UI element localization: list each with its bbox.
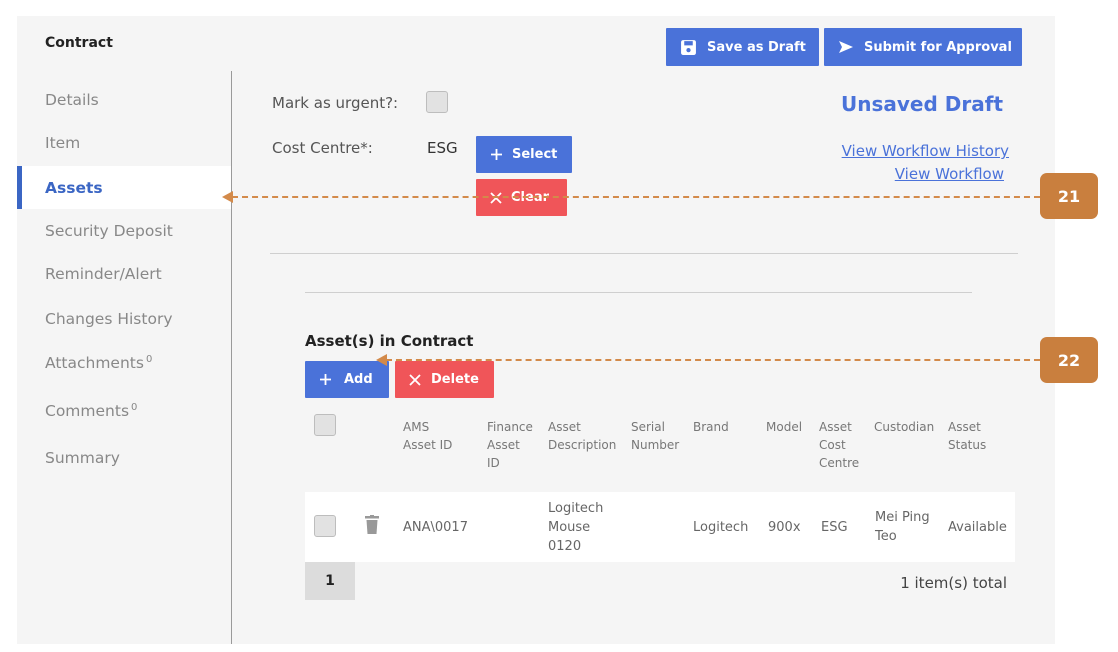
floppy-disk-icon xyxy=(681,39,696,55)
send-arrow-icon xyxy=(839,41,853,53)
save-as-draft-button[interactable]: Save as Draft xyxy=(666,28,819,66)
sidebar-item-assets[interactable]: Assets xyxy=(17,166,231,209)
sidebar-item-attachments[interactable]: Attachments 0 xyxy=(17,341,231,384)
column-header-asset-cost-centre: Asset Cost Centre xyxy=(819,420,860,470)
plus-icon xyxy=(491,149,502,160)
callout-badge-21: 21 xyxy=(1040,173,1098,219)
sidebar-item-item[interactable]: Item xyxy=(17,121,231,164)
add-label: Add xyxy=(344,372,373,387)
row-checkbox[interactable] xyxy=(314,515,336,537)
section-divider xyxy=(305,292,972,293)
sidebar-item-label: Item xyxy=(45,133,81,152)
sidebar-item-details[interactable]: Details xyxy=(17,78,231,121)
sidebar: Details Item Assets Security Deposit Rem… xyxy=(17,71,231,644)
close-icon xyxy=(409,373,421,386)
cell-custodian: Mei Ping Teo xyxy=(875,510,930,544)
sidebar-item-label: Attachments xyxy=(45,353,144,372)
cost-centre-value: ESG xyxy=(427,139,458,157)
page-title: Contract xyxy=(45,35,113,51)
sidebar-item-reminder-alert[interactable]: Reminder/Alert xyxy=(17,252,231,295)
draft-status-title: Unsaved Draft xyxy=(841,92,1003,116)
cell-asset-status: Available xyxy=(948,520,1007,535)
sidebar-item-label: Comments xyxy=(45,401,130,420)
app-frame: Contract Save as Draft Submit for Approv… xyxy=(17,16,1055,644)
add-asset-button[interactable]: Add xyxy=(305,361,389,398)
sidebar-item-label: Details xyxy=(45,90,99,109)
table-row: ANA\0017 Logitech Mouse 0120 Logitech 90… xyxy=(305,492,1015,562)
cell-ams-asset-id: ANA\0017 xyxy=(403,520,468,535)
comments-count: 0 xyxy=(131,402,138,413)
sidebar-item-summary[interactable]: Summary xyxy=(17,436,231,479)
form-divider xyxy=(270,253,1018,254)
column-header-asset-status: Asset Status xyxy=(948,420,987,452)
trash-icon[interactable] xyxy=(365,515,379,535)
column-header-asset-description: Asset Description xyxy=(548,420,617,452)
save-as-draft-label: Save as Draft xyxy=(707,39,806,55)
urgent-label: Mark as urgent?: xyxy=(272,94,399,112)
top-bar: Contract Save as Draft Submit for Approv… xyxy=(17,16,1055,71)
sidebar-item-label: Reminder/Alert xyxy=(45,264,162,283)
column-header-serial-number: Serial Number xyxy=(631,420,680,452)
urgent-checkbox[interactable] xyxy=(426,91,448,113)
cell-cost-centre: ESG xyxy=(821,520,848,535)
column-header-brand: Brand xyxy=(693,420,729,434)
cost-centre-label: Cost Centre*: xyxy=(272,139,373,157)
plus-icon xyxy=(320,374,331,385)
sidebar-item-label: Summary xyxy=(45,448,120,467)
cell-model: 900x xyxy=(768,520,801,535)
callout-22-arrow-icon xyxy=(376,354,387,366)
column-header-custodian: Custodian xyxy=(874,420,935,434)
sidebar-item-label: Assets xyxy=(45,178,103,197)
sidebar-divider xyxy=(231,71,232,644)
callout-22-line xyxy=(386,359,1040,361)
delete-label: Delete xyxy=(431,372,479,387)
column-header-ams-asset-id: AMS Asset ID xyxy=(403,420,453,452)
sidebar-item-label: Security Deposit xyxy=(45,221,173,240)
select-label: Select xyxy=(512,147,558,162)
delete-asset-button[interactable]: Delete xyxy=(395,361,494,398)
sidebar-item-security-deposit[interactable]: Security Deposit xyxy=(17,209,231,252)
column-header-finance-asset-id: Finance Asset ID xyxy=(487,420,533,470)
cell-brand: Logitech xyxy=(693,520,749,535)
sidebar-item-comments[interactable]: Comments 0 xyxy=(17,389,231,432)
select-all-checkbox[interactable] xyxy=(314,414,336,436)
cell-asset-description: Logitech Mouse 0120 xyxy=(548,501,604,554)
column-header-model: Model xyxy=(766,420,803,434)
callout-badge-22: 22 xyxy=(1040,337,1098,383)
submit-for-approval-button[interactable]: Submit for Approval xyxy=(824,28,1022,66)
view-workflow-history-link[interactable]: View Workflow History xyxy=(842,142,1009,160)
sidebar-item-changes-history[interactable]: Changes History xyxy=(17,297,231,340)
items-total: 1 item(s) total xyxy=(900,574,1007,592)
pagination-page-1[interactable]: 1 xyxy=(305,562,355,600)
select-cost-centre-button[interactable]: Select xyxy=(476,136,572,173)
attachments-count: 0 xyxy=(145,354,153,365)
assets-section-title: Asset(s) in Contract xyxy=(305,332,474,350)
sidebar-item-label: Changes History xyxy=(45,309,173,328)
view-workflow-link[interactable]: View Workflow xyxy=(895,165,1004,183)
submit-for-approval-label: Submit for Approval xyxy=(864,39,1012,55)
callout-21-arrow-icon xyxy=(222,191,233,203)
callout-21-line xyxy=(232,196,1040,198)
